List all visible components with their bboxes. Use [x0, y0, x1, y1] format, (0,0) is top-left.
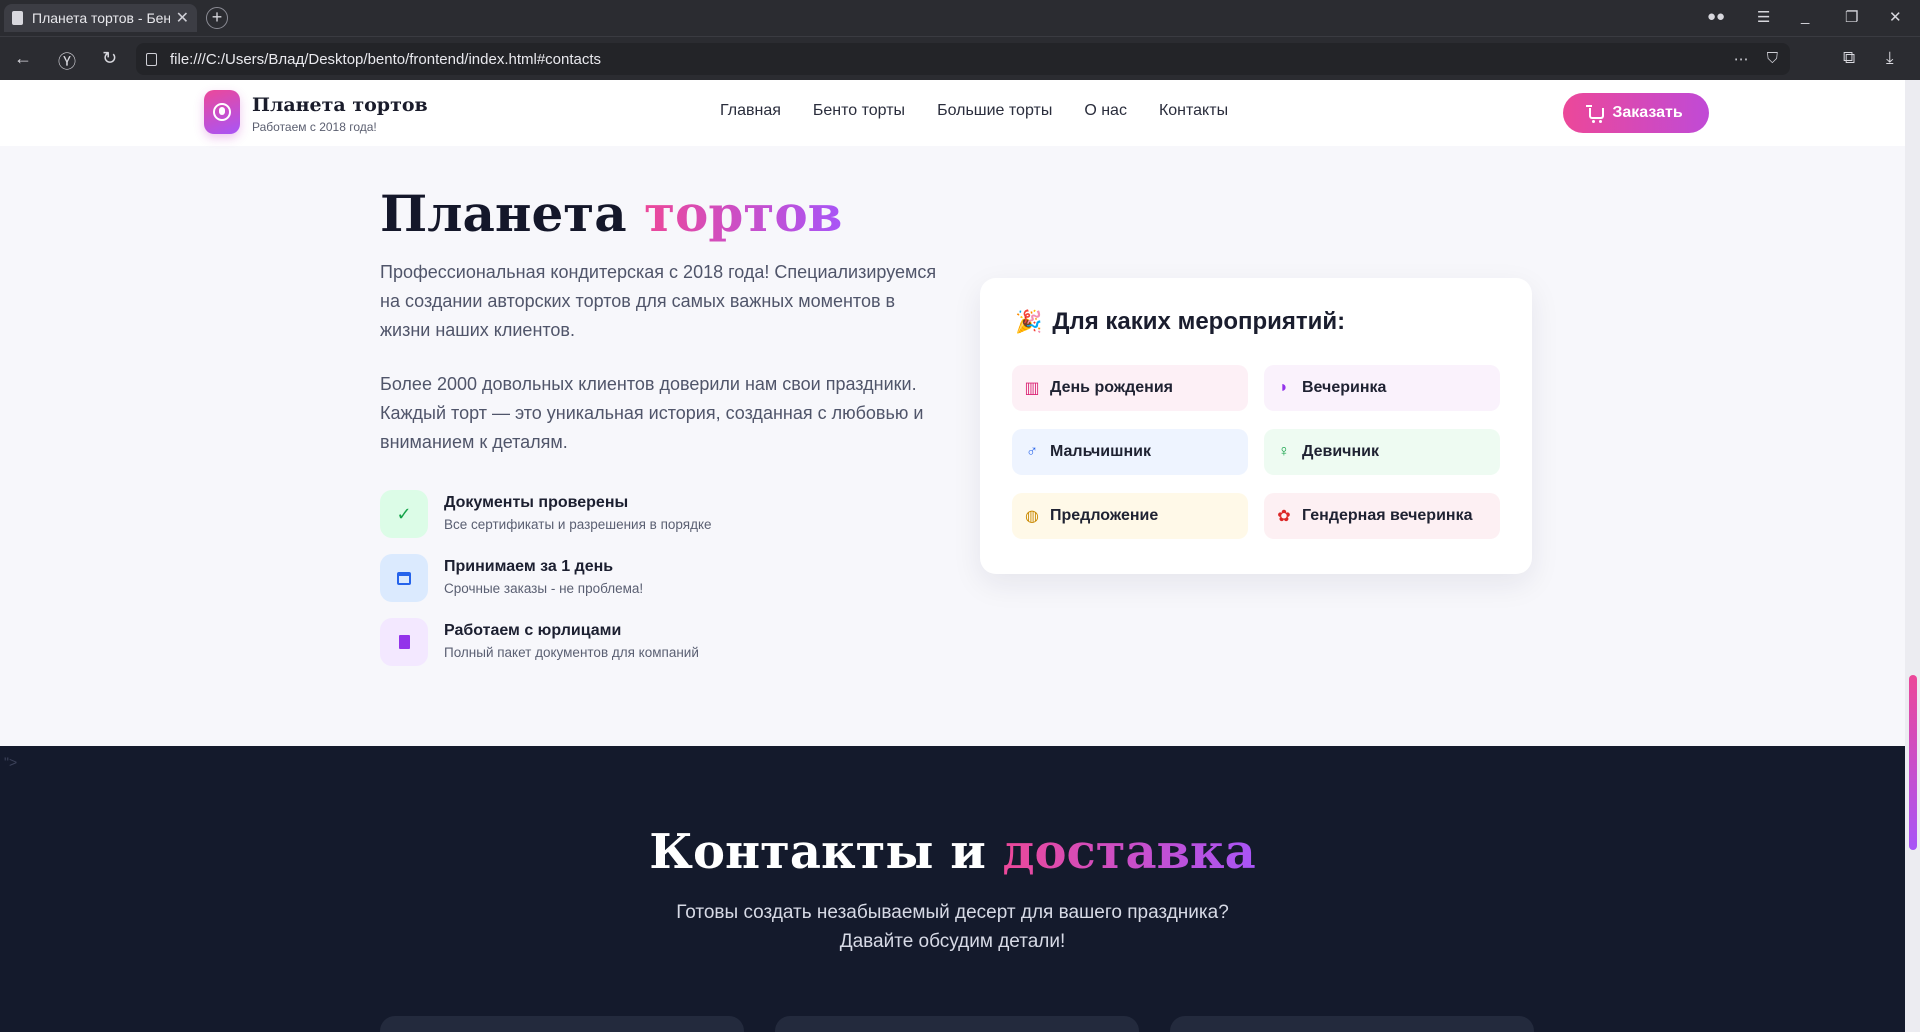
url-text: file:///C:/Users/Влад/Desktop/bento/fron… — [170, 50, 602, 68]
logo[interactable] — [204, 90, 240, 134]
brand-name[interactable]: Планета тортов — [252, 94, 428, 116]
browser-toolbar: ← Ⓨ ↻ file:///C:/Users/Влад/Desktop/bent… — [0, 36, 1920, 80]
stray-text: "> — [4, 754, 18, 770]
events-card: 🎉 Для каких мероприятий: ▥ День рождения ◗… — [980, 278, 1532, 574]
more-icon[interactable]: ⋯ — [1734, 50, 1749, 68]
about-title-accent: тортов — [644, 184, 843, 243]
reload-icon[interactable]: ↻ — [102, 48, 117, 69]
about-paragraph-1: Профессиональная кондитерская с 2018 год… — [380, 262, 937, 340]
cart-icon — [1586, 104, 1605, 123]
scrollbar[interactable] — [1905, 80, 1920, 1032]
order-label: Заказать — [1612, 104, 1683, 121]
nav-bento[interactable]: Бенто торты — [813, 102, 905, 120]
contacts-subtitle: Готовы создать незабываемый десерт для в… — [676, 902, 1229, 952]
page-icon — [146, 52, 157, 66]
tab-title: Планета тортов - Бенто — [32, 10, 170, 26]
restore-icon[interactable]: ❐ — [1845, 8, 1858, 26]
event-chip-bachelor: ♂ Мальчишник — [1012, 429, 1248, 475]
feature-item: Работаем с юрлицами Полный пакет документ… — [380, 618, 699, 666]
contacts-title: Контакты и доставка — [649, 824, 1256, 880]
browser-tab[interactable]: Планета тортов - Бенто ✕ — [4, 4, 197, 32]
nav-home[interactable]: Главная — [720, 102, 781, 120]
feature-item: ✓ Документы проверены Все сертификаты и р… — [380, 490, 712, 538]
feature-title: Документы проверены — [444, 494, 629, 511]
brand-subtitle: Работаем с 2018 года! — [252, 120, 377, 134]
download-icon[interactable]: ⤓ — [1886, 48, 1894, 68]
feature-subtitle: Все сертификаты и разрешения в порядке — [444, 517, 712, 532]
bookmark-icon[interactable]: ⛉ — [1767, 50, 1778, 68]
page: Планета тортов Работаем с 2018 года! Гла… — [0, 80, 1905, 1032]
collections-icon[interactable]: ⧉ — [1843, 48, 1855, 68]
event-chip-gender-party: ✿ Гендерная вечеринка — [1264, 493, 1500, 539]
calendar-icon — [380, 554, 428, 602]
party-popper-icon: 🎉 — [1015, 309, 1043, 334]
nav-big-cakes[interactable]: Большие торты — [937, 102, 1052, 120]
nav-about[interactable]: О нас — [1084, 102, 1127, 120]
menu-icon[interactable]: ☰ — [1757, 8, 1770, 26]
contact-card — [775, 1016, 1139, 1032]
check-icon: ✓ — [380, 490, 428, 538]
globe-icon — [213, 103, 231, 121]
new-tab-button[interactable]: + — [206, 7, 228, 29]
female-icon: ♀ — [1278, 443, 1290, 460]
about-paragraph-2: Более 2000 довольных клиентов доверили н… — [380, 374, 924, 452]
page-icon — [12, 11, 23, 25]
contacts-title-accent: доставка — [1002, 824, 1256, 880]
events-title: 🎉 Для каких мероприятий: — [1015, 308, 1346, 335]
window-close-icon[interactable]: ✕ — [1889, 8, 1902, 26]
scrollbar-thumb[interactable] — [1909, 675, 1917, 850]
tab-close-icon[interactable]: ✕ — [176, 8, 189, 28]
ring-icon: ◍ — [1025, 508, 1039, 525]
address-bar[interactable]: file:///C:/Users/Влад/Desktop/bento/fron… — [136, 43, 1790, 75]
feature-item: Принимаем за 1 день Срочные заказы - не п… — [380, 554, 643, 602]
feature-subtitle: Срочные заказы - не проблема! — [444, 581, 644, 596]
yandex-icon[interactable]: Ⓨ — [58, 48, 76, 74]
contact-card — [1170, 1016, 1534, 1032]
minimize-icon[interactable]: _ — [1801, 8, 1809, 25]
incognito-icon[interactable]: ●● — [1707, 8, 1725, 25]
event-chip-bachelorette: ♀ Девичник — [1264, 429, 1500, 475]
site-header: Планета тортов Работаем с 2018 года! Гла… — [0, 80, 1905, 146]
feature-title: Работаем с юрлицами — [444, 622, 622, 639]
contacts-section: "> Контакты и доставка Готовы создать не… — [0, 746, 1905, 1032]
event-chip-birthday: ▥ День рождения — [1012, 365, 1248, 411]
nav-contacts[interactable]: Контакты — [1159, 102, 1228, 120]
about-title: Планета тортов — [380, 184, 843, 243]
baby-icon: ✿ — [1277, 508, 1291, 525]
feature-title: Принимаем за 1 день — [444, 558, 614, 575]
browser-tabbar: Планета тортов - Бенто ✕ + ●● ☰ _ ❐ ✕ — [0, 0, 1920, 36]
event-chip-party: ◗ Вечеринка — [1264, 365, 1500, 411]
feature-subtitle: Полный пакет документов для компаний — [444, 645, 699, 660]
male-icon: ♂ — [1026, 443, 1038, 460]
building-icon — [380, 618, 428, 666]
main-nav: Главная Бенто торты Большие торты О нас … — [720, 102, 1228, 120]
order-button[interactable]: Заказать — [1563, 93, 1709, 133]
party-mask-icon: ◗ — [1279, 379, 1289, 396]
birthday-cake-icon: ▥ — [1024, 380, 1040, 397]
back-icon[interactable]: ← — [14, 48, 32, 69]
contact-card — [380, 1016, 744, 1032]
event-chip-proposal: ◍ Предложение — [1012, 493, 1248, 539]
